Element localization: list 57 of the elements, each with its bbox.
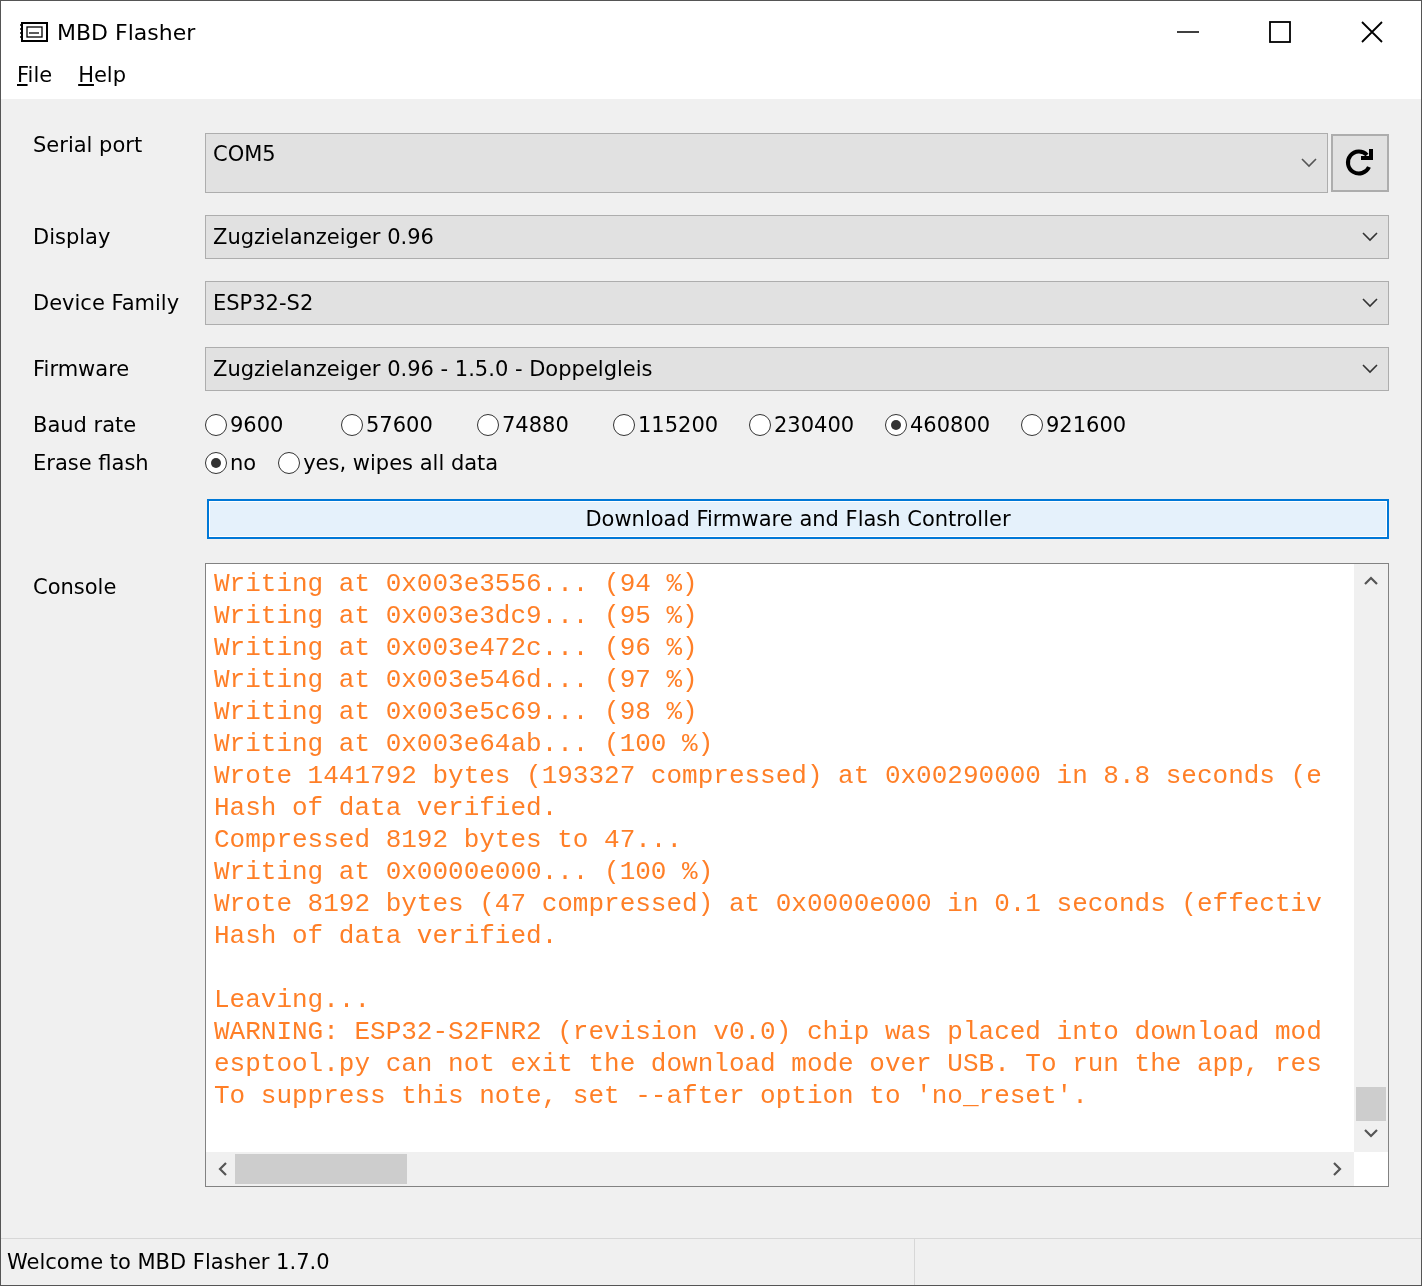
console-line: Writing at 0x0000e000... (100 %) bbox=[214, 856, 715, 888]
field-label: Display bbox=[33, 224, 112, 249]
chevron-right-icon[interactable] bbox=[1333, 1162, 1342, 1176]
console-line: Wrote 1441792 bytes (193327 compressed) at 0x00290000 in 8.8 seconds (e bbox=[214, 760, 1323, 792]
scrollbar-thumb[interactable] bbox=[1356, 1087, 1386, 1121]
chevron-down-icon bbox=[1362, 232, 1378, 242]
app-icon bbox=[19, 21, 49, 43]
chevron-up-icon[interactable] bbox=[1364, 576, 1378, 585]
status-text: Welcome to MBD Flasher 1.7.0 bbox=[7, 1250, 330, 1274]
console-line: Writing at 0x003e3556... (94 %) bbox=[214, 568, 699, 600]
menu-item[interactable]: File bbox=[17, 63, 53, 87]
chevron-down-icon bbox=[1362, 298, 1378, 308]
scrollbar-thumb[interactable] bbox=[235, 1154, 407, 1184]
window-title: MBD Flasher bbox=[57, 19, 196, 45]
maximize-icon[interactable] bbox=[1269, 21, 1291, 43]
refresh-button[interactable] bbox=[1331, 134, 1389, 192]
field-label: Firmware bbox=[33, 356, 131, 381]
console-line: Writing at 0x003e472c... (96 %) bbox=[214, 632, 699, 664]
serial-port-dropdown[interactable]: COM5 bbox=[205, 133, 1328, 193]
flash-button[interactable]: Download Firmware and Flash Controller bbox=[207, 499, 1389, 539]
chevron-down-icon[interactable] bbox=[1364, 1129, 1378, 1138]
console-line: Leaving... bbox=[214, 984, 372, 1016]
console-line: To suppress this note, set --after option to 'no_reset'. bbox=[214, 1080, 1089, 1112]
baud-rate-radio[interactable]: 57600 bbox=[341, 413, 477, 437]
baud-rate-radio[interactable]: 9600 bbox=[205, 413, 341, 437]
firmware-dropdown[interactable]: Zugzielanzeiger 0.96 - 1.5.0 - Doppelgleis bbox=[205, 347, 1389, 391]
console-line: esptool.py can not exit the download mode over USB. To run the app, res bbox=[214, 1048, 1323, 1080]
horizontal-scrollbar[interactable] bbox=[206, 1152, 1354, 1186]
erase-flash-radio[interactable]: no bbox=[205, 451, 257, 475]
baud-rate-radio[interactable]: 115200 bbox=[613, 413, 749, 437]
baud-rate-radio[interactable]: 460800 bbox=[885, 413, 1021, 437]
console-line: Wrote 8192 bytes (47 compressed) at 0x0000e000 in 0.1 seconds (effectiv bbox=[214, 888, 1323, 920]
console-line: Writing at 0x003e3dc9... (95 %) bbox=[214, 600, 699, 632]
baud-rate-radio[interactable]: 74880 bbox=[477, 413, 613, 437]
console-line: WARNING: ESP32-S2FNR2 (revision v0.0) chip was placed into download mod bbox=[214, 1016, 1323, 1048]
console-line: Writing at 0x003e546d... (97 %) bbox=[214, 664, 699, 696]
field-label: Console bbox=[33, 574, 118, 599]
close-icon[interactable] bbox=[1361, 21, 1383, 43]
baud-rate-radio[interactable]: 921600 bbox=[1021, 413, 1157, 437]
console-line: Compressed 8192 bytes to 47... bbox=[214, 824, 684, 856]
field-label: Baud rate bbox=[33, 413, 138, 437]
console-line: Hash of data verified. bbox=[214, 920, 559, 952]
field-label: Serial port bbox=[33, 133, 144, 157]
menu-item[interactable]: Help bbox=[78, 63, 127, 87]
field-label: Erase flash bbox=[33, 451, 150, 475]
baud-rate-radio[interactable]: 230400 bbox=[749, 413, 885, 437]
chevron-down-icon bbox=[1362, 364, 1378, 374]
erase-flash-radio[interactable]: yes, wipes all data bbox=[278, 451, 499, 475]
console-line: Writing at 0x003e64ab... (100 %) bbox=[214, 728, 715, 760]
display-dropdown[interactable]: Zugzielanzeiger 0.96 bbox=[205, 215, 1389, 259]
console-line: Hash of data verified. bbox=[214, 792, 559, 824]
chevron-left-icon[interactable] bbox=[218, 1162, 227, 1176]
chevron-down-icon bbox=[1301, 158, 1317, 168]
console-line: Writing at 0x003e5c69... (98 %) bbox=[214, 696, 699, 728]
vertical-scrollbar[interactable] bbox=[1354, 564, 1388, 1152]
field-label: Device Family bbox=[33, 290, 181, 315]
device-family-dropdown[interactable]: ESP32-S2 bbox=[205, 281, 1389, 325]
